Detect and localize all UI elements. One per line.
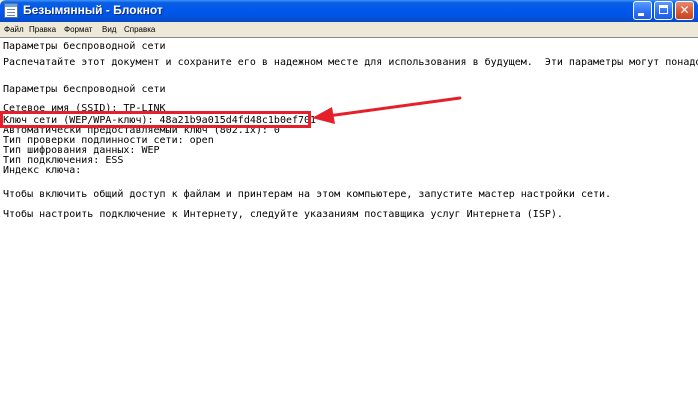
text-line: Индекс ключа: [3, 165, 82, 176]
close-button[interactable]: ✕ [675, 1, 694, 20]
text-line: Параметры беспроводной сети [3, 41, 166, 52]
text-line: Чтобы настроить подключение к Интернету,… [3, 209, 563, 220]
notepad-app-icon[interactable] [4, 3, 18, 18]
menu-bar: Файл Правка Формат Вид Справка [0, 22, 698, 37]
maximize-icon [659, 5, 668, 14]
text-line: Чтобы включить общий доступ к файлам и п… [3, 189, 612, 200]
title-bar[interactable]: Безымянный - Блокнот ✕ [0, 0, 698, 22]
menu-file[interactable]: Файл [3, 22, 25, 37]
maximize-button[interactable] [654, 1, 673, 20]
highlight-box [0, 111, 311, 128]
text-line: Распечатайте этот документ и сохраните е… [3, 57, 698, 68]
notepad-window: Безымянный - Блокнот ✕ Файл Правка Форма… [0, 0, 698, 400]
window-title: Безымянный - Блокнот [23, 3, 163, 17]
menu-help[interactable]: Справка [123, 22, 156, 37]
menu-view[interactable]: Вид [101, 22, 117, 37]
menu-edit[interactable]: Правка [28, 22, 57, 37]
text-line: Параметры беспроводной сети [3, 84, 166, 95]
menu-format[interactable]: Формат [63, 22, 93, 37]
minimize-button[interactable] [633, 1, 652, 20]
red-arrow-icon [312, 96, 462, 124]
minimize-icon [638, 13, 644, 16]
close-icon: ✕ [679, 3, 690, 17]
